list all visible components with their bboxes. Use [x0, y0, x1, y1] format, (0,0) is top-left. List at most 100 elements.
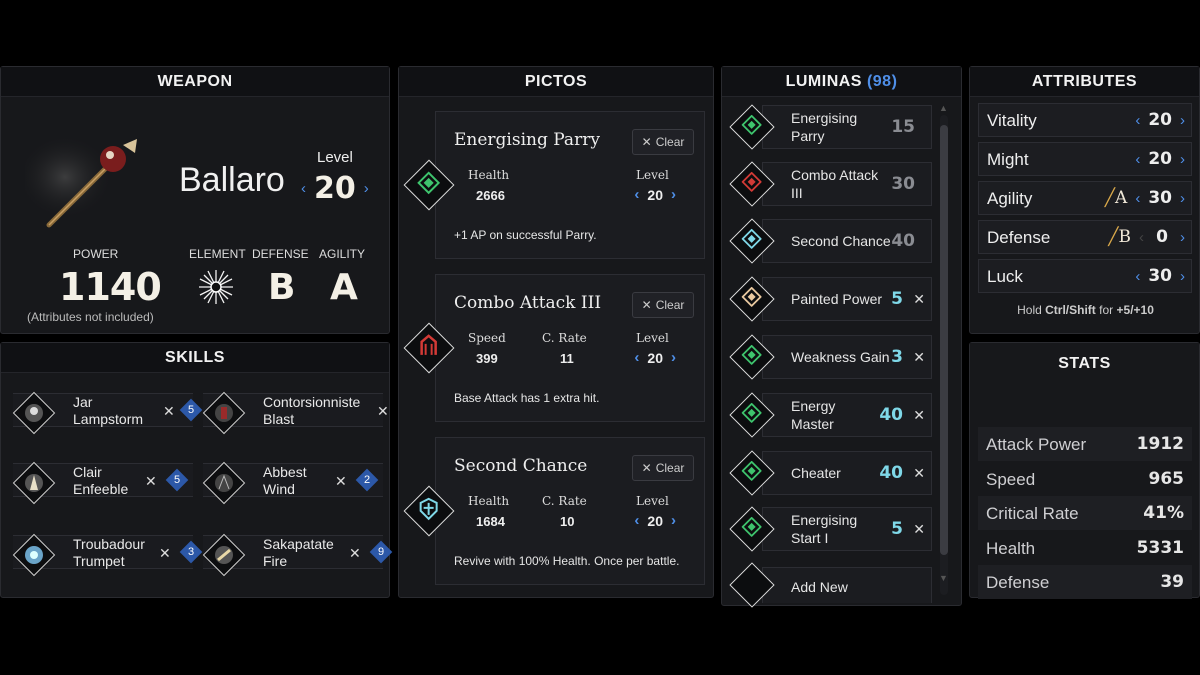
remove-skill-icon[interactable]: ✕	[349, 545, 361, 562]
weapon-name: Ballaro	[179, 161, 285, 199]
weapon-level-value: 20	[314, 171, 356, 206]
picto-level-label: Level	[636, 168, 669, 182]
picto-description: Revive with 100% Health. Once per battle…	[454, 554, 680, 568]
scrollbar-thumb[interactable]	[940, 125, 948, 555]
increase-icon[interactable]: ›	[1180, 151, 1185, 168]
decrease-icon[interactable]: ‹	[1135, 112, 1140, 129]
attribute-row: Might ‹ 20 ›	[978, 142, 1192, 176]
stat-name: Attack Power	[986, 435, 1087, 454]
chevron-right-icon[interactable]: ›	[671, 186, 676, 203]
lumina-count: (98)	[866, 72, 898, 90]
chevron-left-icon[interactable]: ‹	[634, 186, 639, 203]
attributes-header: ATTRIBUTES	[970, 67, 1199, 97]
lumina-name: Energising Parry	[791, 110, 858, 144]
decrease-icon[interactable]: ‹	[1135, 151, 1140, 168]
remove-lumina-icon[interactable]: ✕	[913, 291, 925, 308]
chevron-right-icon[interactable]: ›	[364, 180, 369, 197]
remove-lumina-icon[interactable]: ✕	[913, 465, 925, 482]
picto-title: Energising Parry	[454, 130, 600, 150]
picto-card[interactable]: Combo Attack III ✕ Clear Speed 399 C. Rat…	[435, 274, 705, 422]
lumina-row[interactable]: Painted Power 5 ✕	[762, 277, 932, 321]
scroll-up-icon[interactable]: ▲	[939, 103, 948, 113]
increase-icon[interactable]: ›	[1180, 190, 1185, 207]
picto-stat-value: 2666	[476, 188, 505, 203]
picto-card[interactable]: Second Chance ✕ Clear Health 1684 C. Rate…	[435, 437, 705, 585]
stat-name: Critical Rate	[986, 504, 1079, 523]
skill-cost-badge: 5	[179, 398, 203, 422]
lumina-cost: 40	[879, 405, 903, 425]
remove-skill-icon[interactable]: ✕	[377, 403, 389, 420]
skill-name-line2: Wind	[263, 481, 295, 497]
lumina-name: Energising Start I	[791, 512, 858, 546]
remove-skill-icon[interactable]: ✕	[163, 403, 175, 420]
remove-skill-icon[interactable]: ✕	[335, 473, 347, 490]
lumina-cost: 40	[879, 463, 903, 483]
stat-row: Critical Rate 41%	[978, 496, 1192, 530]
stat-name: Speed	[986, 469, 1036, 489]
chevron-left-icon[interactable]: ‹	[301, 180, 306, 197]
close-icon: ✕	[641, 135, 652, 149]
skill-name-line1: Contorsionniste	[263, 394, 361, 410]
decrease-icon[interactable]: ‹	[1135, 190, 1140, 207]
skill-name-line2: Fire	[263, 553, 288, 569]
lumina-name: Energy Master	[791, 398, 836, 432]
skill-cost-badge: 9	[369, 540, 393, 564]
decrease-icon[interactable]: ‹	[1139, 229, 1144, 246]
picto-title: Second Chance	[454, 456, 588, 476]
stat-row: Defense 39	[978, 565, 1192, 599]
clear-button[interactable]: ✕ Clear	[632, 455, 694, 481]
lumina-scrollbar[interactable]	[940, 115, 948, 595]
skill-name-line1: Troubadour	[73, 536, 145, 552]
defense-label: DEFENSE	[252, 247, 309, 261]
picto-title: Combo Attack III	[454, 293, 602, 313]
weapon-image[interactable]	[25, 127, 155, 237]
lumina-cost: 15	[891, 117, 915, 137]
attribute-name: Might	[987, 150, 1029, 169]
decrease-icon[interactable]: ‹	[1135, 268, 1140, 285]
picto-stat-value: 10	[560, 514, 575, 529]
add-new-lumina-button[interactable]: Add New	[762, 567, 932, 603]
stat-value: 41%	[1143, 503, 1184, 523]
stat-name: Defense	[986, 573, 1050, 592]
power-value: 1140	[59, 265, 162, 309]
attribute-name: Defense	[987, 228, 1051, 247]
lumina-row[interactable]: Combo Attack III 30	[762, 162, 932, 206]
attribute-value: 20	[1148, 149, 1172, 169]
lumina-row[interactable]: Energising Parry 15	[762, 105, 932, 149]
scroll-down-icon[interactable]: ▼	[939, 573, 948, 583]
lumina-row[interactable]: Cheater 40 ✕	[762, 451, 932, 495]
lumina-name: Second Chance	[791, 233, 891, 249]
chevron-right-icon[interactable]: ›	[671, 512, 676, 529]
picto-description: Base Attack has 1 extra hit.	[454, 391, 600, 405]
lumina-row[interactable]: Second Chance 40	[762, 219, 932, 263]
lumina-row[interactable]: Energising Start I 5 ✕	[762, 507, 932, 551]
skill-cost-badge: 2	[355, 468, 379, 492]
increase-icon[interactable]: ›	[1180, 112, 1185, 129]
stat-name: Health	[986, 538, 1036, 558]
stat-value: 5331	[1136, 537, 1184, 558]
chevron-left-icon[interactable]: ‹	[634, 349, 639, 366]
increase-icon[interactable]: ›	[1180, 268, 1185, 285]
attribute-value: 0	[1156, 227, 1168, 247]
increase-icon[interactable]: ›	[1180, 229, 1185, 246]
clear-button[interactable]: ✕ Clear	[632, 129, 694, 155]
remove-lumina-icon[interactable]: ✕	[913, 407, 925, 424]
pictos-panel: PICTOS Energising Parry ✕ Clear Health 26…	[398, 66, 714, 598]
element-label: ELEMENT	[189, 247, 246, 261]
weapon-level-label: Level	[317, 149, 353, 166]
pictos-header: PICTOS	[399, 67, 713, 97]
close-icon: ✕	[641, 298, 652, 312]
remove-skill-icon[interactable]: ✕	[145, 473, 157, 490]
remove-lumina-icon[interactable]: ✕	[913, 349, 925, 366]
remove-skill-icon[interactable]: ✕	[159, 545, 171, 562]
lumina-row[interactable]: Weakness Gain 3 ✕	[762, 335, 932, 379]
chevron-right-icon[interactable]: ›	[671, 349, 676, 366]
picto-card[interactable]: Energising Parry ✕ Clear Health 2666 Leve…	[435, 111, 705, 259]
lumina-name: Weakness Gain	[791, 349, 890, 365]
stat-row: Health 5331	[978, 531, 1192, 565]
chevron-left-icon[interactable]: ‹	[634, 512, 639, 529]
clear-button[interactable]: ✕ Clear	[632, 292, 694, 318]
remove-lumina-icon[interactable]: ✕	[913, 521, 925, 538]
lumina-row[interactable]: Energy Master 40 ✕	[762, 393, 932, 437]
stats-panel: STATS Attack Power 1912 Speed 965 Critical R…	[969, 342, 1200, 599]
